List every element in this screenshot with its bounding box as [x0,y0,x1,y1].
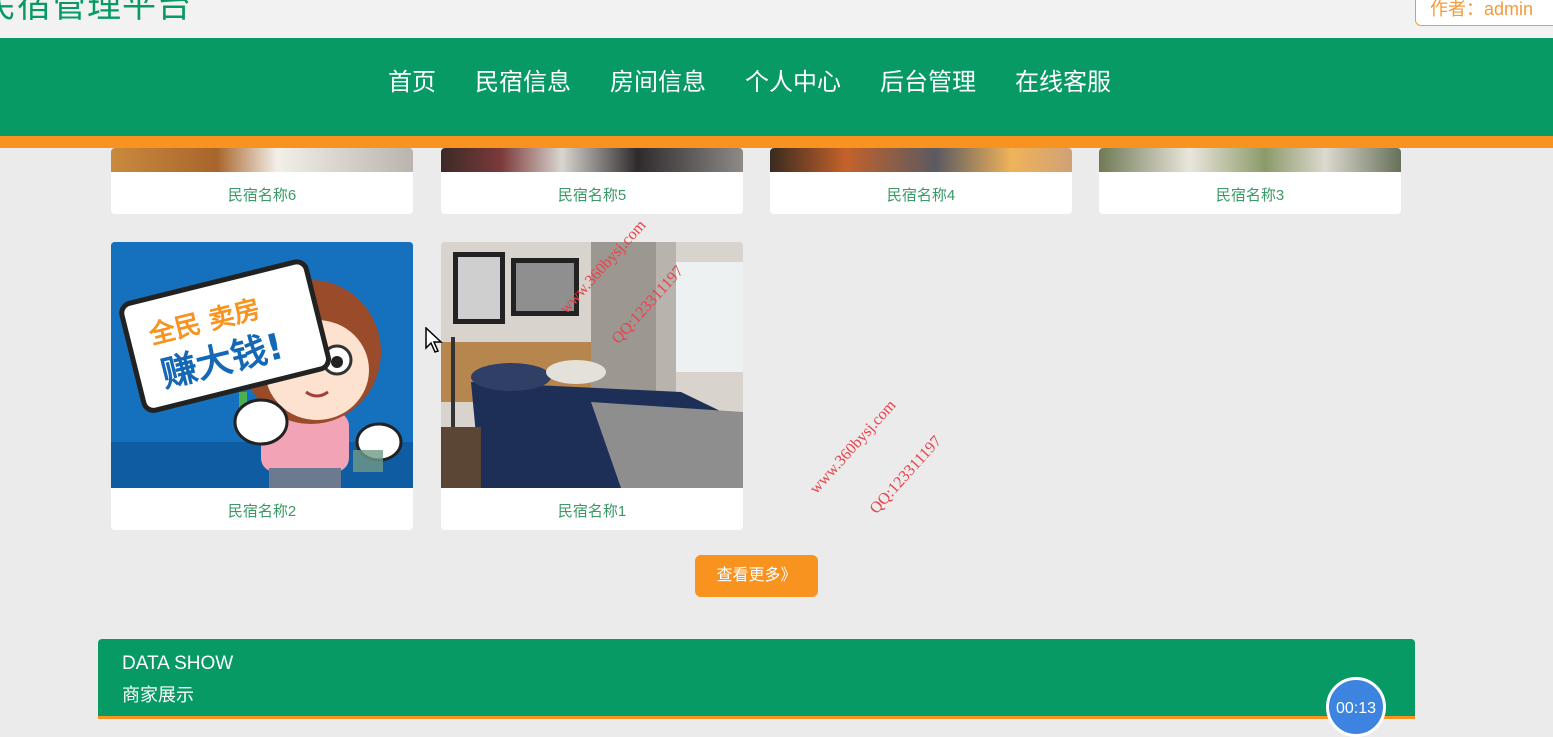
listing-name[interactable]: 民宿名称6 [111,184,413,205]
nav-accent-bar [0,136,1553,148]
listing-card[interactable]: 民宿名称3 [1099,148,1401,214]
listing-name[interactable]: 民宿名称1 [441,500,743,521]
listing-image[interactable] [441,148,743,172]
listing-image[interactable]: 全民 卖房 赚大钱! [111,242,413,488]
nav-item-personal-center[interactable]: 个人中心 [745,68,841,108]
site-title: 民宿管理平台 [0,0,192,25]
nav-item-room-info[interactable]: 房间信息 [610,68,706,108]
section-subtitle: 商家展示 [122,685,194,705]
listing-name[interactable]: 民宿名称5 [441,184,743,205]
author-badge[interactable]: 作者：admin [1415,0,1553,26]
listing-card[interactable]: 全民 卖房 赚大钱! 民宿名称2 [111,242,413,530]
nav-item-home[interactable]: 首页 [388,68,436,108]
listing-name[interactable]: 民宿名称4 [770,184,1072,205]
mouse-cursor-icon [425,327,443,353]
main-nav: 首页 民宿信息 房间信息 个人中心 后台管理 在线客服 [0,38,1553,136]
recording-timer[interactable]: 00:13 [1326,677,1386,737]
listing-name[interactable]: 民宿名称2 [111,500,413,521]
listing-image[interactable] [770,148,1072,172]
watermark-qq: QQ:123311197 [866,432,946,518]
listing-card[interactable]: 民宿名称5 [441,148,743,214]
listing-card[interactable]: 民宿名称6 [111,148,413,214]
section-title: DATA SHOW [122,653,234,674]
nav-item-online-service[interactable]: 在线客服 [1015,68,1111,108]
data-show-section: DATA SHOW 商家展示 [98,639,1415,719]
listing-card[interactable]: 民宿名称4 [770,148,1072,214]
listing-image[interactable] [1099,148,1401,172]
nav-item-admin[interactable]: 后台管理 [880,68,976,108]
listing-image[interactable] [111,148,413,172]
view-more-button[interactable]: 查看更多》 [695,555,818,597]
poster-illustration: 全民 卖房 赚大钱! [111,242,413,488]
listing-name[interactable]: 民宿名称3 [1099,184,1401,205]
top-bar: 民宿管理平台 作者：admin [0,0,1553,38]
nav-item-homestay-info[interactable]: 民宿信息 [475,68,571,108]
